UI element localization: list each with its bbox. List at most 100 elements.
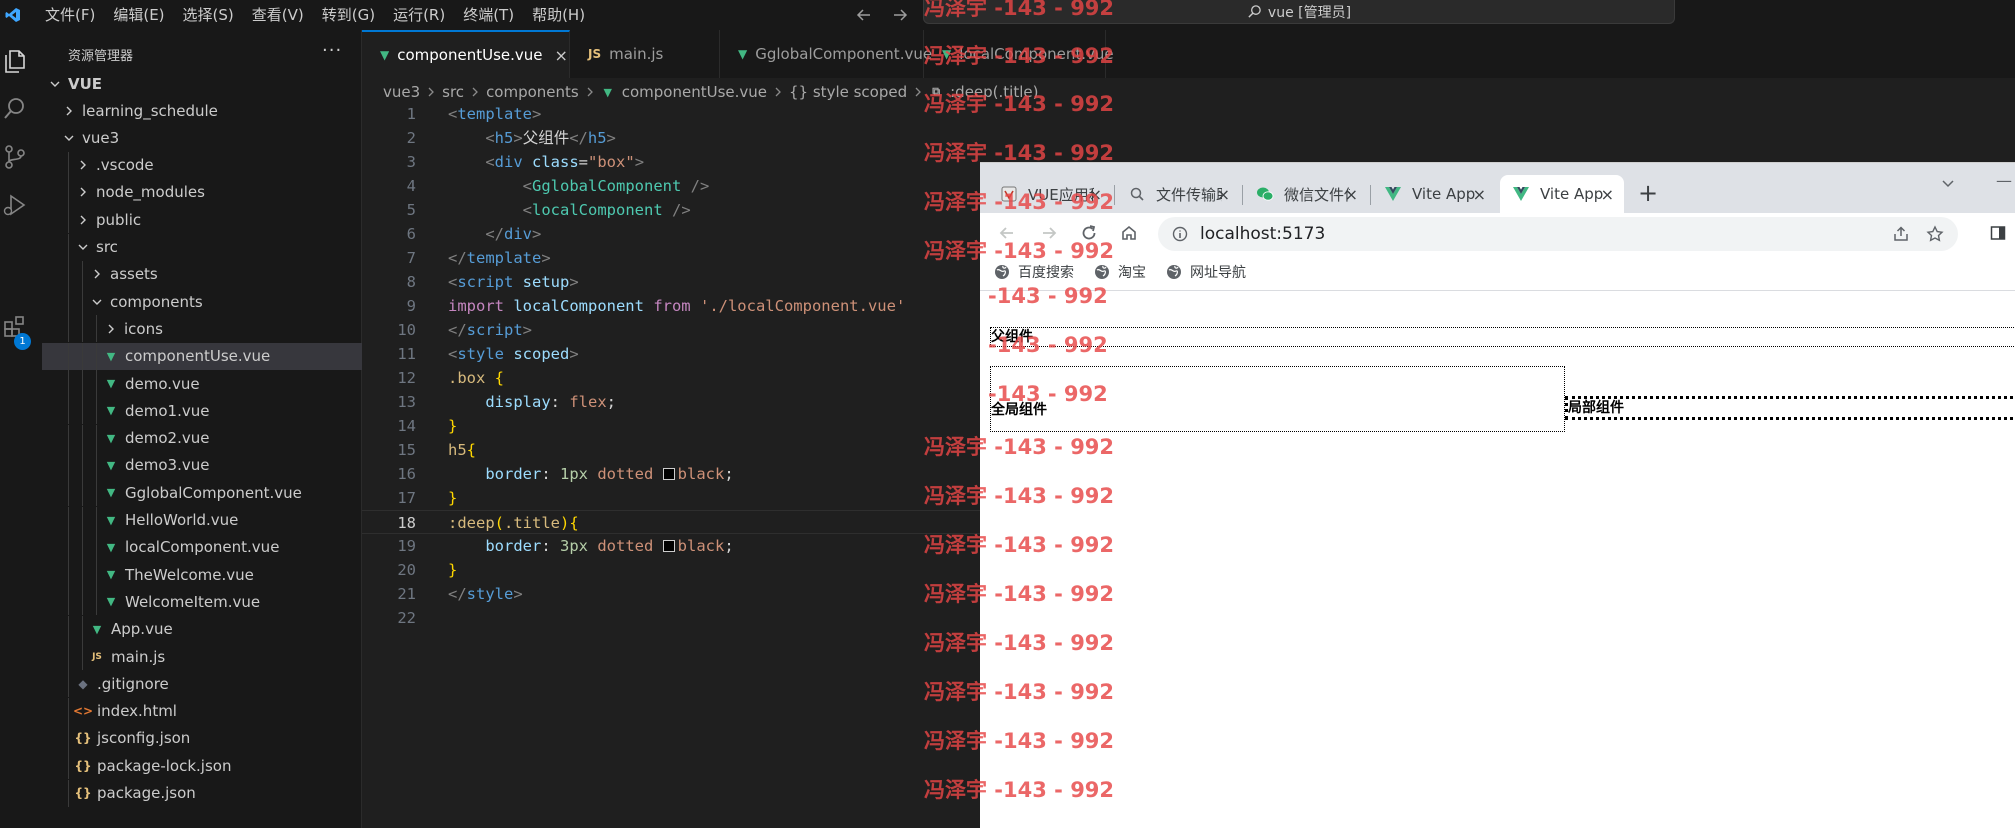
minimize-icon[interactable]: — [1996, 171, 2012, 190]
file-item[interactable]: JS main.js [42, 643, 362, 670]
folder-item[interactable]: components [42, 288, 362, 316]
new-tab-button[interactable]: + [1638, 179, 1658, 207]
close-icon[interactable]: × [1473, 185, 1486, 204]
line-number: 1 [406, 105, 416, 123]
file-item[interactable]: ▼ App.vue [42, 615, 362, 643]
file-item[interactable]: {} package-lock.json [42, 752, 362, 780]
breadcrumb-separator-icon [773, 83, 783, 101]
folder-item[interactable]: assets [42, 260, 362, 288]
close-icon[interactable]: × [1217, 185, 1230, 204]
browser-tab[interactable]: Vite App × [1500, 175, 1624, 213]
editor-tab[interactable]: ▼ componentUse.vue × [362, 30, 570, 78]
file-item[interactable]: ▼ demo2.vue [42, 424, 362, 452]
indent-guide [68, 233, 69, 261]
tree-item-label: index.html [97, 702, 177, 721]
json-file-icon: {} [74, 786, 92, 800]
file-item[interactable]: ▼ WelcomeItem.vue [42, 588, 362, 616]
breadcrumb-item[interactable]: src [442, 83, 464, 101]
forward-button[interactable] [1038, 222, 1060, 244]
back-arrow-icon[interactable] [855, 6, 873, 24]
color-swatch-icon[interactable] [662, 540, 675, 552]
file-item[interactable]: ▼ componentUse.vue [42, 342, 362, 370]
back-button[interactable] [996, 222, 1018, 244]
indent-guide [82, 533, 83, 561]
menu-item[interactable]: 选择(S) [174, 0, 243, 30]
file-item[interactable]: ▼ GglobalComponent.vue [42, 479, 362, 507]
folder-item[interactable]: public [42, 206, 362, 234]
breadcrumb-item[interactable]: components [486, 83, 579, 101]
menu-item[interactable]: 文件(F) [36, 0, 104, 30]
folder-item[interactable]: icons [42, 315, 362, 343]
site-info-icon[interactable] [1172, 226, 1188, 242]
menu-item[interactable]: 帮助(H) [523, 0, 594, 30]
line-number: 20 [397, 561, 416, 579]
close-icon[interactable]: × [1089, 185, 1102, 204]
file-item[interactable]: ▼ demo.vue [42, 370, 362, 397]
file-item[interactable]: ▼ TheWelcome.vue [42, 561, 362, 589]
share-icon[interactable] [1892, 225, 1910, 243]
close-icon[interactable]: × [1345, 185, 1358, 204]
file-item[interactable]: ▼ HelloWorld.vue [42, 506, 362, 534]
bookmark-item[interactable]: 淘宝 [1094, 262, 1146, 282]
folder-item[interactable]: .vscode [42, 151, 362, 179]
indent-guide [96, 451, 97, 479]
menu-item[interactable]: 终端(T) [454, 0, 523, 30]
file-item[interactable]: {} package.json [42, 779, 362, 807]
command-center-search[interactable]: vue [管理员] [923, 0, 1675, 24]
editor-tab[interactable]: JS main.js [570, 30, 720, 78]
browser-tab[interactable]: VUE应用程序× [988, 175, 1112, 213]
browser-tab[interactable]: 微信文件传输× [1244, 175, 1368, 213]
address-bar[interactable]: localhost:5173 [1158, 217, 1958, 251]
close-icon[interactable]: × [555, 46, 568, 65]
browser-tab[interactable]: Vite App × [1372, 175, 1496, 213]
more-actions-icon[interactable]: ··· [322, 40, 342, 61]
code-text: h5{ [448, 441, 477, 459]
breadcrumb-item[interactable]: vue3 [383, 83, 420, 101]
close-icon[interactable]: × [1601, 185, 1614, 204]
tree-item-label: componentUse.vue [125, 347, 271, 366]
folder-item[interactable]: learning_schedule [42, 97, 362, 124]
bookmark-item[interactable]: 百度搜索 [994, 262, 1074, 282]
bookmark-item[interactable]: 网址导航 [1166, 262, 1246, 282]
indent-guide [96, 342, 97, 370]
menu-item[interactable]: 编辑(E) [104, 0, 173, 30]
home-button[interactable] [1118, 222, 1140, 244]
folder-item[interactable]: src [42, 233, 362, 261]
file-item[interactable]: ▼ demo1.vue [42, 397, 362, 425]
file-item[interactable]: ◆ .gitignore [42, 670, 362, 698]
breadcrumb-item[interactable]: :deep(.title) [950, 83, 1038, 101]
file-item[interactable]: {} jsconfig.json [42, 724, 362, 752]
indent-guide [82, 315, 83, 343]
line-number: 5 [406, 201, 416, 219]
code-line[interactable]: 2 <h5>父组件</h5> [362, 126, 1362, 150]
file-item[interactable]: <> index.html [42, 697, 362, 725]
folder-item[interactable]: vue3 [42, 124, 362, 151]
tab-search-chevron-icon[interactable] [1940, 175, 1956, 191]
breadcrumb-item[interactable]: {} style scoped [789, 83, 907, 101]
reload-button[interactable] [1078, 222, 1100, 244]
code-line[interactable]: 1 <template> [362, 102, 1362, 126]
run-debug-icon[interactable] [0, 190, 30, 220]
menu-item[interactable]: 转到(G) [313, 0, 384, 30]
explorer-icon[interactable] [0, 46, 30, 76]
editor-tab[interactable]: ▼ localComponent.vue [924, 30, 1114, 78]
editor-tab[interactable]: ▼ GglobalComponent.vue [720, 30, 932, 78]
menu-item[interactable]: 运行(R) [384, 0, 454, 30]
breadcrumb-separator-icon [426, 83, 436, 101]
search-icon[interactable] [0, 94, 30, 124]
bookmark-star-icon[interactable] [1926, 225, 1944, 243]
tree-root-vue[interactable]: VUE [42, 70, 362, 97]
source-control-icon[interactable] [0, 142, 30, 172]
menu-item[interactable]: 查看(V) [243, 0, 313, 30]
chevron-right-icon [104, 322, 118, 336]
browser-tab[interactable]: 文件传输助手× [1116, 175, 1240, 213]
file-item[interactable]: ▼ localComponent.vue [42, 533, 362, 561]
file-item[interactable]: ▼ demo3.vue [42, 451, 362, 479]
forward-arrow-icon[interactable] [891, 6, 909, 24]
breadcrumb-item[interactable]: componentUse.vue [622, 83, 767, 101]
search-icon [1128, 185, 1146, 203]
color-swatch-icon[interactable] [662, 468, 675, 480]
side-panel-icon[interactable] [1990, 225, 2006, 241]
folder-item[interactable]: node_modules [42, 178, 362, 206]
browser-tab-label: Vite App [1412, 185, 1476, 203]
